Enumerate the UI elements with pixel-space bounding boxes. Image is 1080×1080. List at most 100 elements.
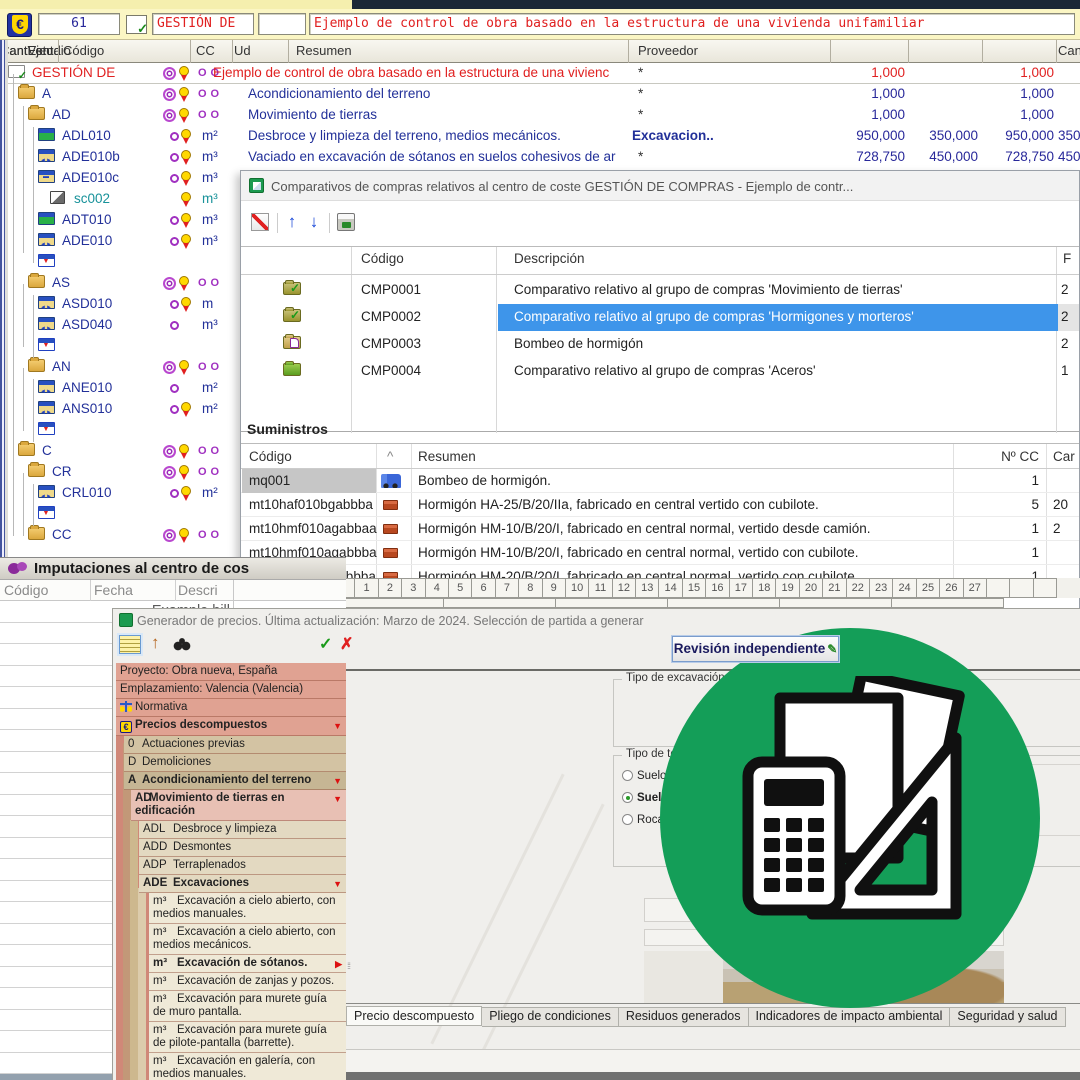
tab-residuos-generados[interactable]: Residuos generados bbox=[619, 1007, 749, 1027]
dlg-col-header[interactable]: F bbox=[1063, 251, 1071, 266]
cc-input[interactable]: GESTIÓN DE bbox=[152, 13, 254, 35]
expand-arrow-icon[interactable]: ▼ bbox=[333, 720, 342, 733]
sidebar-item[interactable]: ADEExcavaciones▼ bbox=[139, 875, 346, 893]
no-edit-icon[interactable] bbox=[251, 213, 269, 231]
code-number-input[interactable]: 61 bbox=[38, 13, 120, 35]
radio[interactable] bbox=[622, 770, 633, 781]
tree-row-ADE010b[interactable]: ADE010bm³Vaciado en excavación de sótano… bbox=[0, 147, 1080, 168]
suministro-code: mt10hmf010agabbaa bbox=[249, 521, 377, 536]
qty-value: 1,000 bbox=[830, 65, 905, 80]
chY-icon bbox=[38, 149, 55, 162]
dialog-title: Comparativos de compras relativos al cen… bbox=[271, 179, 853, 194]
col-header[interactable]: Resumen bbox=[296, 43, 352, 58]
up-level-icon[interactable]: ↑ bbox=[151, 633, 160, 653]
sidebar-item[interactable]: ADPTerraplenados bbox=[139, 857, 346, 875]
tab-pliego-de-condiciones[interactable]: Pliego de condiciones bbox=[482, 1007, 619, 1027]
qty-value: 728,750 bbox=[830, 149, 905, 164]
radio[interactable] bbox=[622, 792, 633, 803]
sidebar-item[interactable]: €Precios descompuestos▼ bbox=[116, 717, 346, 736]
move-down-icon[interactable]: ↓ bbox=[305, 213, 323, 231]
expand-arrow-icon[interactable]: ▼ bbox=[333, 878, 342, 891]
folder-icon bbox=[283, 282, 301, 295]
sheet-check-icon[interactable] bbox=[126, 15, 147, 34]
move-up-icon[interactable]: ↑ bbox=[283, 213, 301, 231]
proveedor-text: * bbox=[638, 149, 738, 164]
imputaciones-titlebar[interactable]: Imputaciones al centro de cos bbox=[0, 558, 346, 580]
suministro-row-mt10hmf010agabbba[interactable]: mt10hmf010agabbbaHormigón HM-10/B/20/I, … bbox=[241, 541, 1080, 565]
binoculars-icon[interactable] bbox=[173, 637, 191, 651]
sum-col-header[interactable]: ^ bbox=[387, 449, 393, 464]
suministro-resumen: Bombeo de hormigón. bbox=[418, 473, 551, 488]
sidebar-item[interactable]: AAcondicionamiento del terreno▼ bbox=[124, 772, 346, 790]
comparativo-row-CMP0001[interactable]: CMP0001Comparativo relativo al grupo de … bbox=[241, 277, 1080, 304]
sidebar-item[interactable]: ADDDesmontes bbox=[139, 839, 346, 857]
imp-col-header[interactable]: Fecha bbox=[94, 582, 133, 598]
sum-col-header[interactable]: Resumen bbox=[418, 449, 476, 464]
expand-arrow-icon[interactable]: ▶ bbox=[335, 958, 342, 971]
description-input[interactable]: Ejemplo de control de obra basado en la … bbox=[309, 13, 1075, 35]
sidebar-item[interactable]: 0Actuaciones previas bbox=[124, 736, 346, 754]
generador-icon bbox=[119, 613, 133, 627]
sidebar-item[interactable]: m³Excavación de zanjas y pozos. bbox=[149, 973, 346, 991]
tree-code: ANE010 bbox=[62, 380, 112, 395]
col-header[interactable]: CantCertO bbox=[1058, 43, 1080, 58]
tree-row-ADL010[interactable]: ADL010m²Desbroce y limpieza del terreno,… bbox=[0, 126, 1080, 147]
accept-icon[interactable]: ✓ bbox=[319, 634, 332, 654]
expand-arrow-icon[interactable]: ▼ bbox=[333, 775, 342, 788]
comparativo-row-CMP0004[interactable]: CMP0004Comparativo relativo al grupo de … bbox=[241, 358, 1080, 385]
sidebar-item[interactable]: m³Excavación para murete guía de pilote-… bbox=[149, 1022, 346, 1053]
dialog-titlebar[interactable]: Comparativos de compras relativos al cen… bbox=[241, 171, 1079, 201]
expand-arrow-icon[interactable]: ▼ bbox=[333, 793, 342, 806]
sidebar-item[interactable]: m³Excavación de sótanos.▶ bbox=[149, 955, 346, 973]
comparativo-f: 2 bbox=[1061, 309, 1069, 324]
qty-value: 728,750 bbox=[982, 149, 1054, 164]
tree-row-A[interactable]: AOOAcondicionamiento del terreno*1,0001,… bbox=[0, 84, 1080, 105]
generador-tabs: Precio descompuestoPliego de condiciones… bbox=[346, 1007, 1066, 1027]
tab-seguridad-y-salud[interactable]: Seguridad y salud bbox=[950, 1007, 1065, 1027]
col-header[interactable]: CantEstudio bbox=[0, 43, 71, 58]
sidebar-item[interactable]: m³Excavación a cielo abierto, con medios… bbox=[149, 893, 346, 924]
sum-col-header[interactable]: Código bbox=[249, 449, 292, 464]
split-icon bbox=[50, 191, 65, 204]
print-icon[interactable] bbox=[337, 213, 355, 231]
comparativo-desc: Bombeo de hormigón bbox=[514, 336, 643, 351]
sidebar-item[interactable]: Emplazamiento: Valencia (Valencia) bbox=[116, 681, 346, 699]
dlg-col-header[interactable]: Código bbox=[361, 251, 404, 266]
sum-col-header[interactable]: Nº CC bbox=[961, 449, 1039, 464]
radio[interactable] bbox=[622, 814, 633, 825]
sidebar-item[interactable]: ADMovimiento de tierras en edificación▼ bbox=[131, 790, 346, 821]
sidebar-item[interactable]: DDemoliciones bbox=[124, 754, 346, 772]
comparativo-row-CMP0003[interactable]: CMP0003Bombeo de hormigón2 bbox=[241, 331, 1080, 358]
comparativo-row-CMP0002[interactable]: CMP0002Comparativo relativo al grupo de … bbox=[241, 304, 1080, 331]
status-circles: OO bbox=[198, 466, 223, 478]
drag-handle[interactable]: ⁞⁞ bbox=[347, 961, 350, 971]
imp-col-header[interactable]: Descri bbox=[178, 582, 218, 598]
dlg-col-header[interactable]: Descripción bbox=[514, 251, 585, 266]
suministro-row-mq001[interactable]: mq001Bombeo de hormigón.1 bbox=[241, 469, 1080, 493]
tab-precio-descompuesto[interactable]: Precio descompuesto bbox=[346, 1006, 482, 1026]
sidebar-item[interactable]: ADLDesbroce y limpieza bbox=[139, 821, 346, 839]
tree-row-AD[interactable]: ADOOMovimiento de tierras*1,0001,000 bbox=[0, 105, 1080, 126]
col-header[interactable]: CC bbox=[196, 43, 215, 58]
empty-input[interactable] bbox=[258, 13, 306, 35]
col-header[interactable]: Proveedor bbox=[638, 43, 698, 58]
folder-icon bbox=[18, 443, 35, 456]
imp-col-header[interactable]: Código bbox=[4, 582, 48, 598]
suministro-row-mt10hmf010agabbaa[interactable]: mt10hmf010agabbaaHormigón HM-10/B/20/I, … bbox=[241, 517, 1080, 541]
sidebar-item[interactable]: Normativa bbox=[116, 699, 346, 717]
tree-code: ADE010c bbox=[62, 170, 119, 185]
revision-independiente-button[interactable]: Revisión independiente bbox=[672, 636, 839, 662]
generador-footer: Cor bbox=[346, 1049, 1080, 1073]
arrow-icon bbox=[38, 422, 55, 435]
sidebar-item[interactable]: Proyecto: Obra nueva, España bbox=[116, 663, 346, 681]
resumen-text: Desbroce y limpieza del terreno, medios … bbox=[248, 128, 626, 146]
sidebar-item[interactable]: m³Excavación en galería, con medios manu… bbox=[149, 1053, 346, 1080]
col-header[interactable]: Ud bbox=[234, 43, 251, 58]
card-icon[interactable] bbox=[119, 635, 141, 654]
sum-col-header[interactable]: Car bbox=[1053, 449, 1075, 464]
suministro-row-mt10haf010bgabbba[interactable]: mt10haf010bgabbbaHormigón HA-25/B/20/IIa… bbox=[241, 493, 1080, 517]
sidebar-item[interactable]: m³Excavación para murete guía de muro pa… bbox=[149, 991, 346, 1022]
sidebar-item[interactable]: m³Excavación a cielo abierto, con medios… bbox=[149, 924, 346, 955]
tab-indicadores-de-impacto-ambiental[interactable]: Indicadores de impacto ambiental bbox=[749, 1007, 951, 1027]
tree-row-GESTIÓN DE[interactable]: GESTIÓN DEOOEjemplo de control de obra b… bbox=[0, 63, 1080, 84]
